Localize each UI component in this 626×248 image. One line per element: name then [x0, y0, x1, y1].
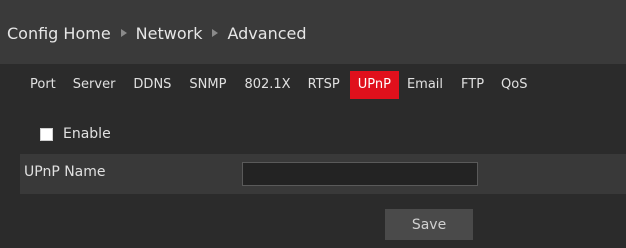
- enable-label: Enable: [63, 126, 111, 142]
- enable-row: Enable: [40, 124, 111, 144]
- tab-server[interactable]: Server: [73, 71, 116, 99]
- breadcrumb-separator-icon: [212, 29, 219, 37]
- tab-qos[interactable]: QoS: [501, 71, 527, 99]
- tab-email[interactable]: Email: [407, 71, 443, 99]
- breadcrumb-advanced: Advanced: [227, 23, 307, 43]
- tab-upnp[interactable]: UPnP: [349, 71, 399, 99]
- breadcrumb-bar: Config Home Network Advanced: [0, 0, 626, 64]
- upnp-name-input[interactable]: [242, 162, 478, 186]
- save-button[interactable]: Save: [385, 209, 473, 240]
- enable-checkbox[interactable]: [40, 127, 53, 141]
- advanced-tabs: Port Server DDNS SNMP 802.1X RTSP UPnP E…: [30, 71, 528, 99]
- tab-802-1x[interactable]: 802.1X: [244, 71, 290, 99]
- tab-snmp[interactable]: SNMP: [189, 71, 226, 99]
- breadcrumb: Config Home Network Advanced: [7, 21, 307, 45]
- tab-ftp[interactable]: FTP: [461, 71, 484, 99]
- upnp-name-label: UPnP Name: [24, 164, 106, 180]
- tab-rtsp[interactable]: RTSP: [308, 71, 340, 99]
- tab-port[interactable]: Port: [30, 71, 56, 99]
- upnp-settings-page: Config Home Network Advanced Port Server…: [0, 0, 626, 248]
- tab-ddns[interactable]: DDNS: [133, 71, 171, 99]
- upnp-name-row: UPnP Name: [20, 154, 626, 194]
- breadcrumb-config-home[interactable]: Config Home: [7, 24, 111, 43]
- breadcrumb-separator-icon: [120, 29, 127, 37]
- breadcrumb-network[interactable]: Network: [136, 24, 203, 43]
